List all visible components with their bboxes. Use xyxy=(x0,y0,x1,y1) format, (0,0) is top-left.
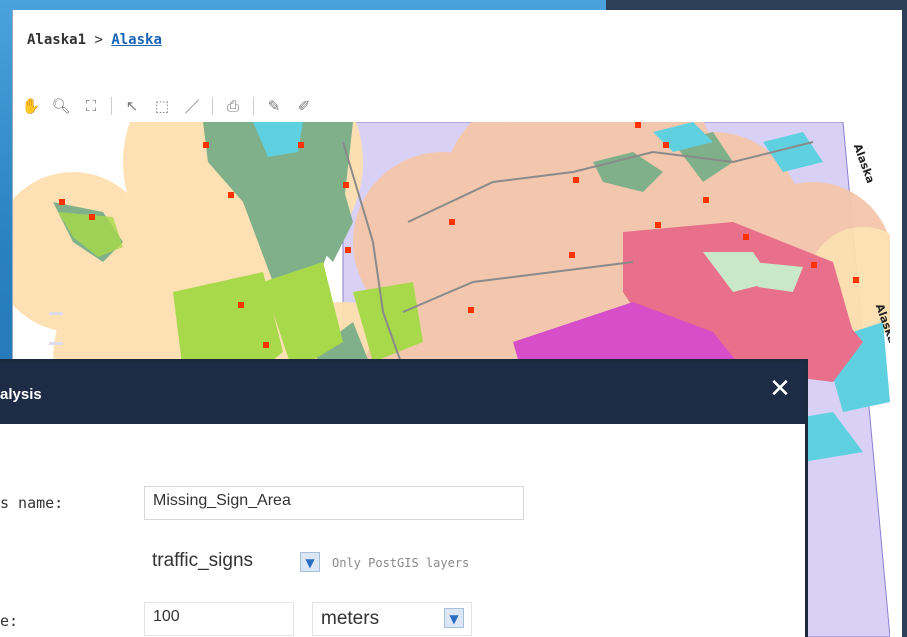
edit-feature-icon[interactable]: ✐ xyxy=(294,96,314,116)
distance-field[interactable]: 100 xyxy=(144,602,294,636)
rectangle-select-icon[interactable]: ⬚ xyxy=(152,96,172,116)
breadcrumb-current-link[interactable]: Alaska xyxy=(111,32,162,48)
dialog-title: alysis xyxy=(0,386,42,403)
full-extent-icon[interactable]: ⛶ xyxy=(81,96,101,116)
dialog-titlebar: alysis ✕ xyxy=(0,362,805,424)
measure-line-icon[interactable]: ／ xyxy=(182,96,202,116)
print-icon[interactable]: ⎙ xyxy=(223,96,243,116)
chevron-down-icon[interactable]: ▼ xyxy=(444,608,464,628)
analysis-dialog: alysis ✕ s name: Missing_Sign_Area traff… xyxy=(0,362,805,637)
breadcrumb-separator: > xyxy=(94,32,103,48)
analysis-name-label: s name: xyxy=(0,494,64,512)
toolbar-divider xyxy=(253,97,254,115)
close-icon[interactable]: ✕ xyxy=(767,376,793,402)
window-edge xyxy=(902,10,907,637)
select-arrow-icon[interactable]: ↖ xyxy=(122,96,142,116)
breadcrumb: Alaska1 > Alaska xyxy=(27,32,162,48)
layer-hint: Only PostGIS layers xyxy=(332,556,470,570)
toolbar-divider xyxy=(212,97,213,115)
zoom-icon[interactable]: 🔍︎ xyxy=(51,96,71,116)
edit-pencil-icon[interactable]: ✎ xyxy=(264,96,284,116)
chevron-down-icon[interactable]: ▼ xyxy=(300,552,320,572)
pan-hand-icon[interactable]: ✋ xyxy=(21,96,41,116)
analysis-name-field[interactable]: Missing_Sign_Area xyxy=(144,486,524,520)
layer-select[interactable]: traffic_signs xyxy=(152,550,253,572)
toolbar-divider xyxy=(111,97,112,115)
distance-label: e: xyxy=(0,612,19,630)
map-toolbar: ✋ 🔍︎ ⛶ ↖ ⬚ ／ ⎙ ✎ ✐ xyxy=(21,90,891,122)
breadcrumb-parent: Alaska1 xyxy=(27,32,87,48)
